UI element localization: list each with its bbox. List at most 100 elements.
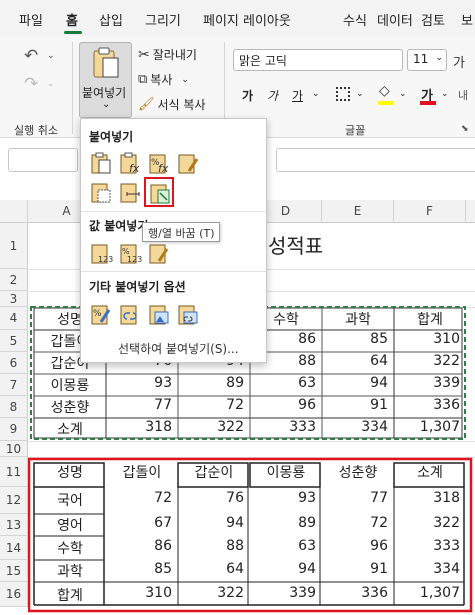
transposed-cell: 합계 <box>57 588 83 604</box>
paste-icon[interactable] <box>89 151 113 175</box>
font-name-value: 맑은 고딕 <box>239 54 287 68</box>
transposed-cell: 322 <box>433 515 460 531</box>
font-name-select[interactable]: 맑은 고딕 <box>233 49 403 71</box>
row-header-1[interactable]: 1 <box>0 223 28 269</box>
source-cell: 333 <box>289 419 316 435</box>
row-header-16[interactable]: 16 <box>0 582 28 607</box>
source-cell: 334 <box>361 419 388 435</box>
paste-section-heading: 붙여넣기 <box>89 130 134 144</box>
tab-review[interactable]: 검토 <box>421 10 445 29</box>
paste-no-borders-icon[interactable] <box>89 180 113 204</box>
row-header-3[interactable]: 3 <box>0 291 28 307</box>
paste-keep-column-widths-icon[interactable] <box>118 180 142 204</box>
row-header-7[interactable]: 7 <box>0 374 28 396</box>
paste-values-source-formatting-icon[interactable] <box>147 241 171 265</box>
paste-dropdown-icon: ⌄ <box>102 99 111 110</box>
paste-picture-icon[interactable] <box>147 302 171 326</box>
ribbon-separator <box>72 42 73 134</box>
tab-formulas[interactable]: 수식 <box>343 10 367 29</box>
undo-icon[interactable]: ↶ <box>24 46 38 66</box>
tab-file[interactable]: 파일 <box>19 10 43 29</box>
row-header-9[interactable]: 9 <box>0 418 28 441</box>
source-cell: 322 <box>433 353 460 369</box>
underline-dropdown-icon[interactable]: ⌄ <box>312 89 320 99</box>
format-painter-button[interactable]: 🖌 서식 복사 <box>138 96 206 113</box>
fill-color-icon[interactable]: ◇ <box>379 83 390 99</box>
source-cell: 성춘향 <box>50 400 90 416</box>
transposed-cell: 96 <box>370 538 388 554</box>
paste-formulas-number-format-icon[interactable]: %fx <box>147 151 171 175</box>
copy-label: 복사 <box>150 73 173 87</box>
paste-values-number-format-icon[interactable]: %123 <box>118 241 142 265</box>
ribbon-tabs: 파일 홈 삽입 그리기 페이지 레이아웃 수식 데이터 검토 보 <box>0 0 475 36</box>
tab-draw[interactable]: 그리기 <box>145 10 181 29</box>
transposed-header-cell: 성춘향 <box>338 465 378 481</box>
fill-dropdown-icon[interactable]: ⌄ <box>399 89 407 99</box>
font-size-select[interactable]: 11 ⌄ <box>407 49 447 71</box>
transpose-icon <box>150 184 170 204</box>
tab-page-layout[interactable]: 페이지 레이아웃 <box>203 10 291 29</box>
cut-button[interactable]: ✂ 잘라내기 <box>138 46 197 63</box>
row-header-2[interactable]: 2 <box>0 269 28 291</box>
paste-linked-picture-icon[interactable] <box>176 302 200 326</box>
source-cell: 94 <box>370 375 388 391</box>
select-all-corner[interactable] <box>0 200 28 223</box>
paste-icon <box>93 47 119 78</box>
row-header-13[interactable]: 13 <box>0 514 28 536</box>
paste-special-item[interactable]: 선택하여 붙여넣기(S)... <box>118 340 239 357</box>
transposed-header-cell: 이몽룡 <box>266 465 306 481</box>
row-header-14[interactable]: 14 <box>0 536 28 560</box>
active-tab-indicator <box>64 31 82 34</box>
font-color-dropdown-icon[interactable]: ⌄ <box>441 89 449 99</box>
paste-button[interactable]: 붙여넣기 ⌄ <box>79 42 132 118</box>
tab-view[interactable]: 보 <box>461 10 473 29</box>
transposed-header-cell: 갑순이 <box>194 465 234 481</box>
transposed-cell: 333 <box>433 538 460 554</box>
copy-button[interactable]: ⧉ 복사 ⌄ <box>138 71 189 88</box>
row-header-6[interactable]: 6 <box>0 352 28 374</box>
row-header-15[interactable]: 15 <box>0 560 28 582</box>
grow-font-icon[interactable]: 가 <box>453 52 465 71</box>
tab-home[interactable]: 홈 <box>66 10 78 29</box>
row-header-11[interactable]: 11 <box>0 457 28 487</box>
paste-values-icon[interactable]: 123 <box>89 241 113 265</box>
name-box[interactable] <box>8 148 78 172</box>
border-dropdown-icon[interactable]: ⌄ <box>356 89 364 99</box>
paste-formatting-icon[interactable]: % <box>89 302 113 326</box>
transposed-cell: 86 <box>154 538 172 554</box>
redo-dropdown-icon: ⌄ <box>47 79 55 89</box>
formula-input[interactable] <box>276 148 475 172</box>
transposed-cell: 93 <box>298 490 316 506</box>
source-cell: 310 <box>433 331 460 347</box>
row-header-5[interactable]: 5 <box>0 330 28 352</box>
transposed-cell: 94 <box>226 515 244 531</box>
paste-keep-source-formatting-icon[interactable] <box>176 151 200 175</box>
transpose-button[interactable] <box>144 177 174 207</box>
paste-formulas-icon[interactable]: fx <box>118 151 142 175</box>
column-header-f[interactable]: F <box>394 200 466 223</box>
transposed-cell: 영어 <box>57 518 83 534</box>
row-header-12[interactable]: 12 <box>0 487 28 514</box>
transposed-cell: 64 <box>226 561 244 577</box>
transposed-cell: 336 <box>361 585 388 601</box>
column-header-e[interactable]: E <box>322 200 394 223</box>
dialog-launcher-icon[interactable]: ⬊ <box>461 124 469 134</box>
row-header-10[interactable]: 10 <box>0 441 28 457</box>
italic-button[interactable]: 가 <box>267 87 278 104</box>
other-paste-options-heading: 기타 붙여넣기 옵션 <box>89 280 186 294</box>
tab-insert[interactable]: 삽입 <box>99 10 123 29</box>
border-icon[interactable] <box>336 87 350 101</box>
bold-button[interactable]: 가 <box>242 87 253 104</box>
undo-dropdown-icon[interactable]: ⌄ <box>47 51 55 61</box>
underline-button[interactable]: 가 <box>292 87 303 104</box>
transposed-header-cell: 성명 <box>57 465 83 481</box>
row-header-8[interactable]: 8 <box>0 396 28 418</box>
transposed-cell: 322 <box>217 585 244 601</box>
transposed-cell: 334 <box>433 561 460 577</box>
redo-icon: ↷ <box>24 74 39 94</box>
sheet-title: 성적표 <box>268 234 324 258</box>
paste-link-icon[interactable] <box>118 302 142 326</box>
row-header-4[interactable]: 4 <box>0 307 28 330</box>
tab-data[interactable]: 데이터 <box>377 10 413 29</box>
transposed-cell: 77 <box>370 490 388 506</box>
